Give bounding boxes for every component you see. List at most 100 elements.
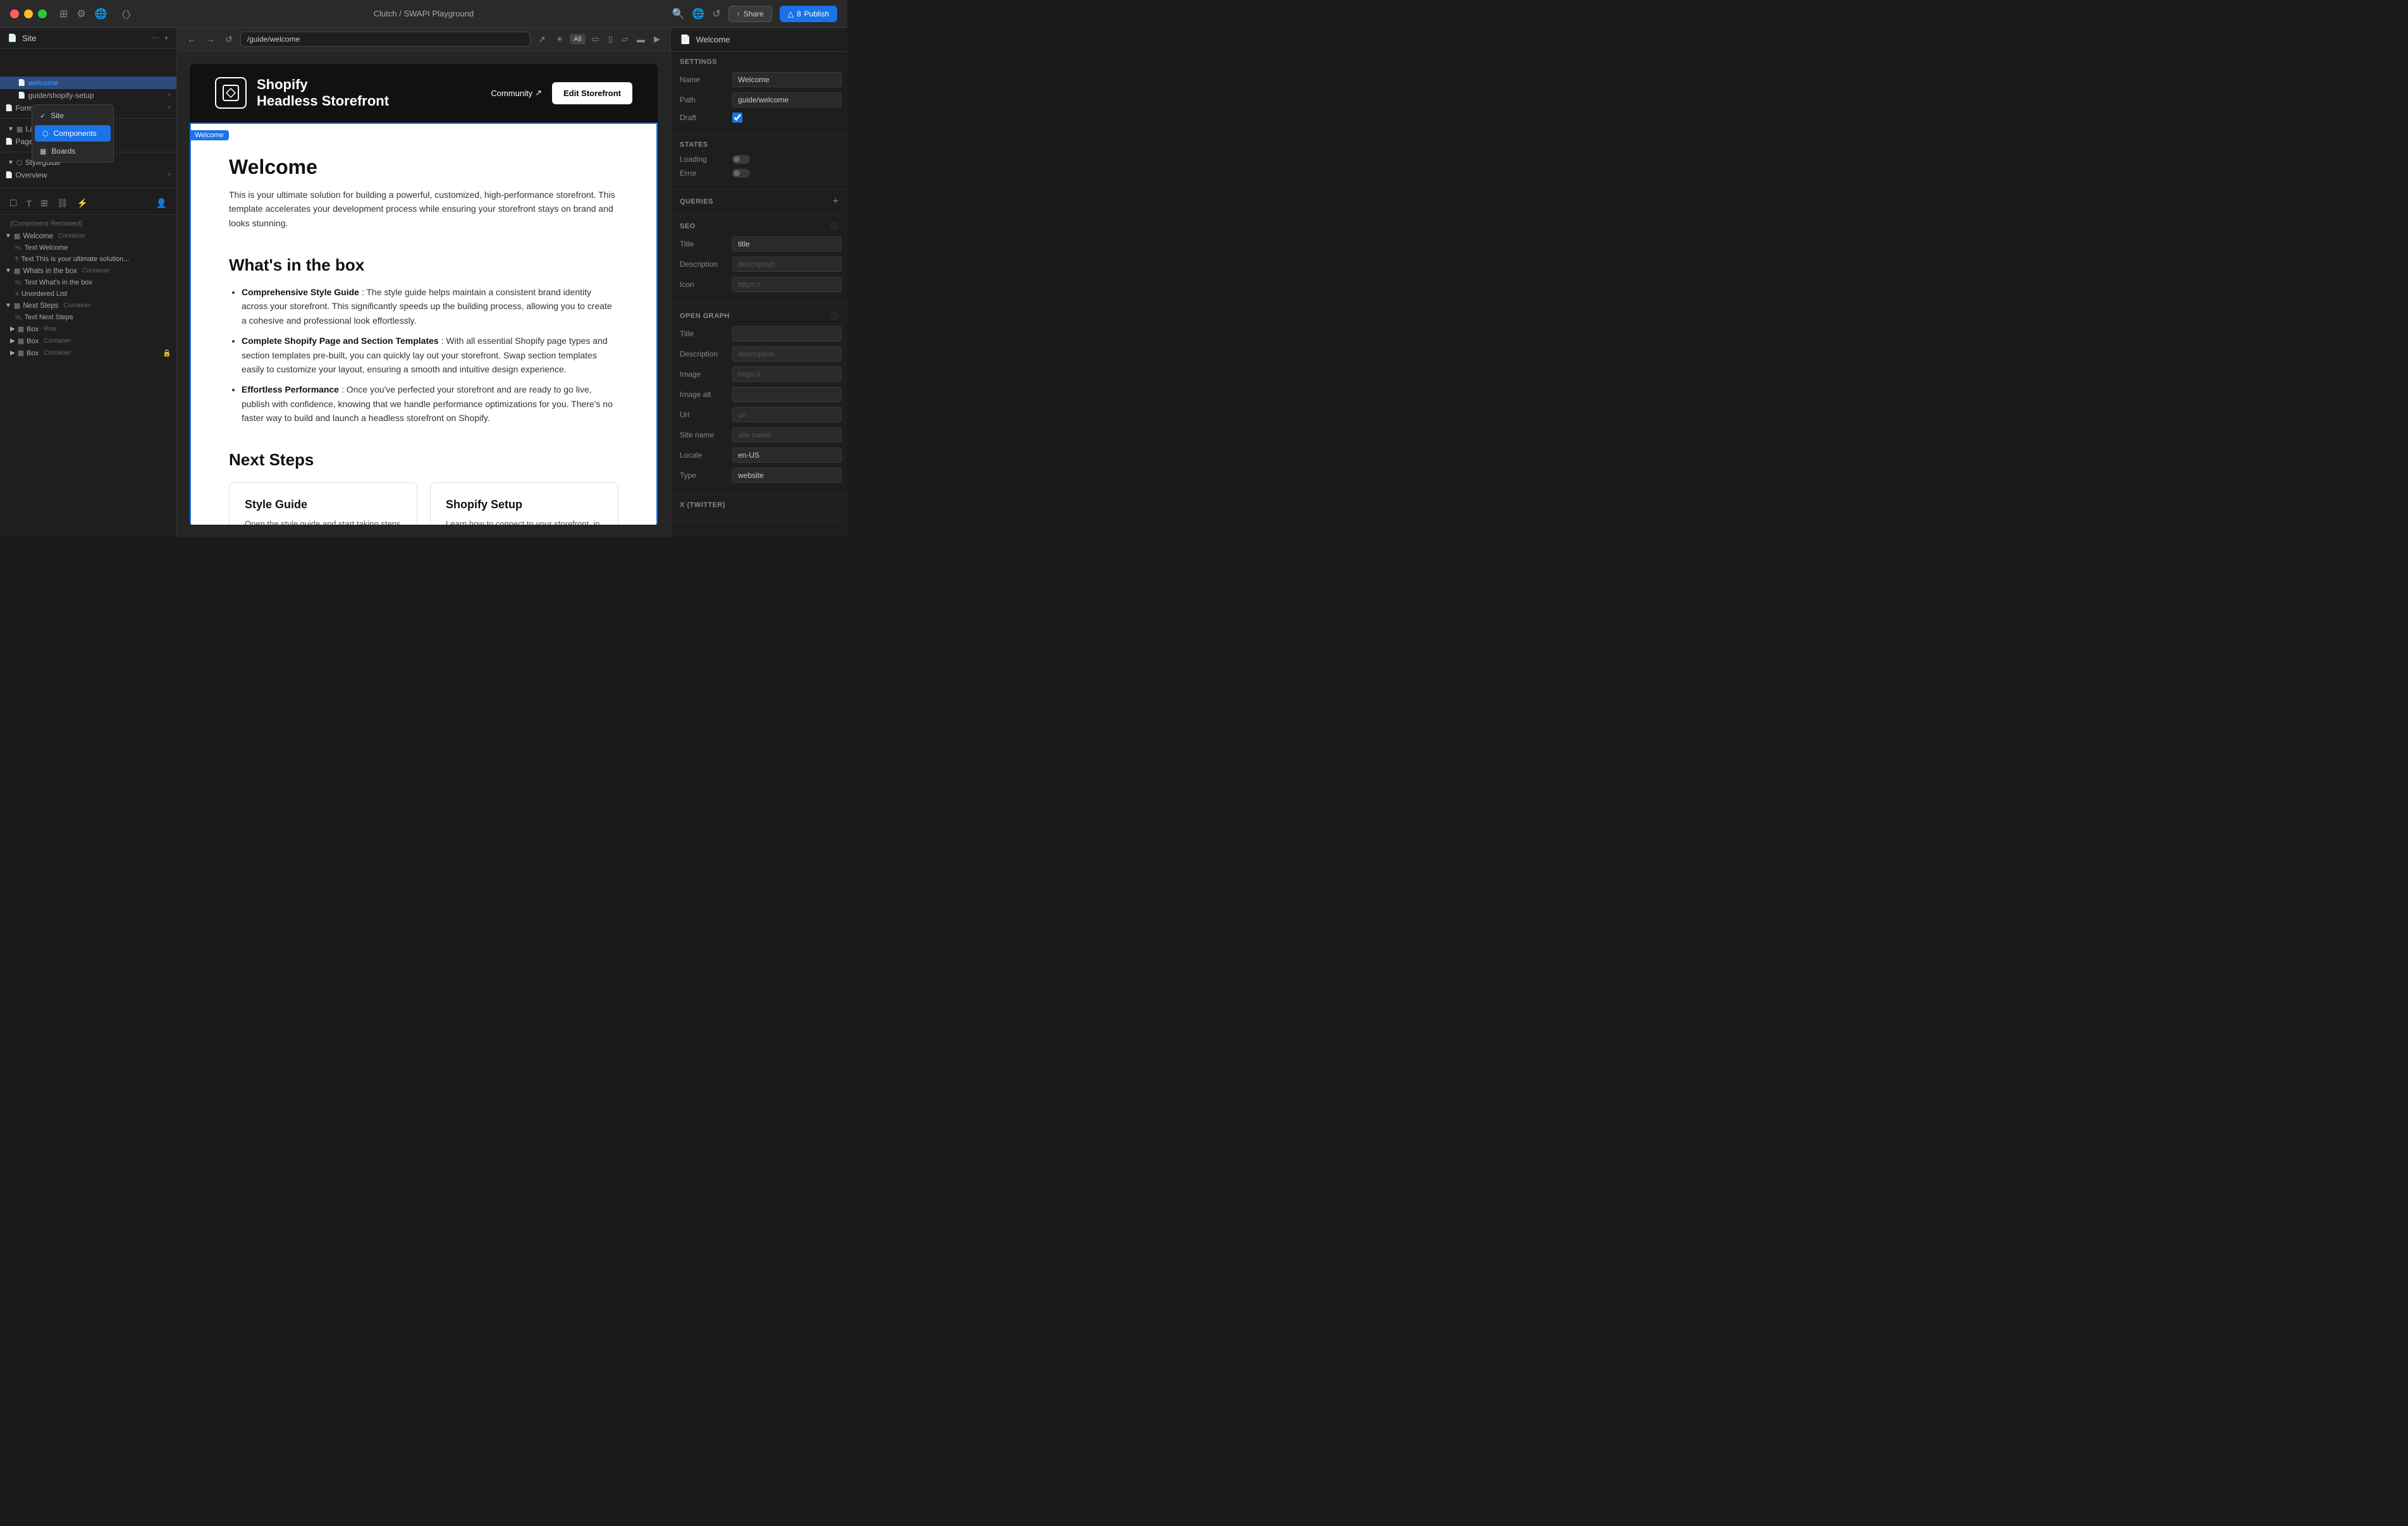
- close-button[interactable]: [10, 9, 19, 18]
- gear-icon[interactable]: ⚙: [77, 8, 85, 20]
- tree-item-box-container2[interactable]: ▶ ▦ Box Container 🔒: [0, 347, 176, 359]
- og-image-input[interactable]: [732, 367, 842, 382]
- og-desc-input[interactable]: [732, 346, 842, 362]
- tablet-landscape-icon[interactable]: ▭: [589, 33, 602, 46]
- seo-title-input[interactable]: [732, 236, 842, 252]
- tool-lightning-icon[interactable]: ⚡: [75, 196, 90, 211]
- queries-add-button[interactable]: +: [833, 196, 838, 207]
- tree-item-whatsinbox-container[interactable]: ▼ ▦ Whats in the box Container: [0, 265, 176, 277]
- desktop-icon[interactable]: ▬: [634, 34, 648, 46]
- nav-page-label: Page: [15, 137, 33, 146]
- nav-item-shopify-setup[interactable]: 📄 guide/shopify-setup ↗: [0, 89, 176, 102]
- nav-item-welcome[interactable]: 📄 welcome ↗: [0, 76, 176, 89]
- panel-twitter-section: X (Twitter): [671, 495, 847, 522]
- path-input[interactable]: [732, 92, 842, 107]
- tree-item-welcome-container[interactable]: ▼ ▦ Welcome Container: [0, 230, 176, 242]
- whatsinbox-heading: What's in the box: [229, 255, 618, 275]
- app-body: 📄 Site ⋯ + ✓ Site ⬡ Components ▦ Bo: [0, 28, 847, 537]
- mobile-icon[interactable]: ▱: [619, 33, 630, 46]
- community-button[interactable]: Community ↗: [491, 88, 542, 98]
- sidebar-menu-icon[interactable]: ⋯: [150, 33, 159, 43]
- og-type-input[interactable]: [732, 468, 842, 483]
- fullscreen-button[interactable]: [38, 9, 47, 18]
- share-button[interactable]: ↑ Share: [728, 6, 772, 22]
- url-input[interactable]: [240, 32, 531, 47]
- dropdown-boards-label: Boards: [51, 147, 75, 156]
- tree-item-text-body[interactable]: ¶ Text This is your ultimate solution...: [0, 253, 176, 265]
- tree-item-text-nextsteps[interactable]: H₁ Text Next Steps: [0, 312, 176, 323]
- page-icon: 📄: [8, 34, 17, 42]
- back-button[interactable]: ←: [185, 33, 199, 46]
- publish-button[interactable]: △ 8 Publish: [780, 6, 837, 22]
- draft-checkbox[interactable]: [732, 113, 742, 123]
- welcome-chevron: ▼: [5, 233, 11, 240]
- tool-text-icon[interactable]: T: [25, 197, 34, 211]
- play-icon[interactable]: ▶: [651, 33, 663, 46]
- sidebar-header-icons: ⋯ +: [150, 33, 169, 43]
- site-dropdown[interactable]: ✓ Site ⬡ Components ▦ Boards: [32, 104, 114, 162]
- forward-button[interactable]: →: [204, 33, 218, 46]
- states-label: States: [680, 141, 838, 149]
- dropdown-item-components[interactable]: ⬡ Components: [35, 125, 111, 142]
- minimize-button[interactable]: [24, 9, 33, 18]
- unordered-list-label: Unordered List: [22, 290, 67, 298]
- tool-link-icon[interactable]: ⛓: [55, 196, 70, 211]
- grid-icon[interactable]: ⊞: [59, 8, 68, 20]
- tree-item-unordered-list[interactable]: ≡ Unordered List: [0, 288, 176, 300]
- og-title-input[interactable]: [732, 326, 842, 341]
- seo-desc-input[interactable]: [732, 257, 842, 272]
- og-imagealt-input[interactable]: [732, 387, 842, 402]
- viewport-all[interactable]: All: [570, 34, 585, 44]
- og-type-label: Type: [680, 471, 727, 480]
- name-input[interactable]: [732, 72, 842, 87]
- queries-row: Queries +: [680, 196, 838, 207]
- globe2-icon[interactable]: 🌐: [692, 8, 704, 20]
- logo-title-line1: Shopify: [257, 76, 389, 93]
- tree-item-text-whatsinbox[interactable]: H₁ Text What's in the box: [0, 277, 176, 288]
- globe-icon[interactable]: 🌐: [95, 8, 108, 20]
- og-type-row: Type: [680, 468, 838, 483]
- og-sitename-input[interactable]: [732, 427, 842, 443]
- feature-item-2: Complete Shopify Page and Section Templa…: [242, 334, 618, 376]
- nav-item-overview[interactable]: 📄 Overview ↗: [0, 169, 176, 181]
- dropdown-item-boards[interactable]: ▦ Boards: [32, 143, 113, 159]
- welcome-page-label: Welcome: [190, 130, 229, 140]
- panel-settings-section: Settings Name Path Draft: [671, 52, 847, 135]
- tree-section: (Component Removed) ▼ ▦ Welcome Containe…: [0, 215, 176, 537]
- edit-storefront-button[interactable]: Edit Storefront: [552, 82, 632, 104]
- tree-item-box-row[interactable]: ▶ ▦ Box Row: [0, 323, 176, 335]
- open-external-icon[interactable]: ↗: [536, 33, 548, 46]
- box-container1-chevron: ▶: [10, 338, 15, 345]
- og-imagealt-row: Image alt: [680, 387, 838, 402]
- tablet-portrait-icon[interactable]: ▯: [606, 33, 615, 46]
- seo-icon-input[interactable]: [732, 277, 842, 292]
- tree-item-box-container1[interactable]: ▶ ▦ Box Container: [0, 335, 176, 347]
- og-url-input[interactable]: [732, 407, 842, 422]
- sun-icon[interactable]: ☀: [553, 33, 567, 46]
- refresh-button[interactable]: ↺: [223, 33, 235, 46]
- layout-icon: ▦: [16, 125, 23, 133]
- boards-icon: ▦: [40, 147, 46, 156]
- url-bar: ← → ↺ ↗ ☀ All ▭ ▯ ▱ ▬ ▶: [177, 28, 670, 51]
- page-frame: Welcome Shopify Headless Storefront: [190, 64, 658, 525]
- tool-box-icon[interactable]: ☐: [8, 196, 20, 211]
- share-icon: ↑: [737, 9, 740, 18]
- sidebar: 📄 Site ⋯ + ✓ Site ⬡ Components ▦ Bo: [0, 28, 177, 537]
- nav-form-external-icon: ↗: [166, 105, 171, 112]
- loading-toggle[interactable]: [732, 155, 750, 164]
- tree-item-text-welcome[interactable]: H₁ Text Welcome: [0, 242, 176, 253]
- tool-person-icon[interactable]: 👤: [154, 196, 169, 211]
- dropdown-item-site[interactable]: ✓ Site: [32, 107, 113, 124]
- sidebar-add-icon[interactable]: +: [164, 33, 169, 43]
- whatsinbox-badge: Container: [82, 267, 109, 274]
- tree-item-nextsteps-container[interactable]: ▼ ▦ Next Steps Container: [0, 300, 176, 312]
- error-toggle[interactable]: [732, 169, 750, 178]
- code-icon[interactable]: 〈〉: [116, 6, 137, 21]
- feature-item-1: Comprehensive Style Guide : The style gu…: [242, 285, 618, 327]
- welcome-container-label: Welcome: [23, 233, 53, 240]
- tool-image-icon[interactable]: ⊞: [39, 196, 50, 211]
- og-locale-input[interactable]: [732, 448, 842, 463]
- card1-title: Style Guide: [245, 498, 402, 511]
- history-icon[interactable]: ↺: [712, 8, 720, 20]
- search-icon[interactable]: 🔍: [672, 8, 684, 20]
